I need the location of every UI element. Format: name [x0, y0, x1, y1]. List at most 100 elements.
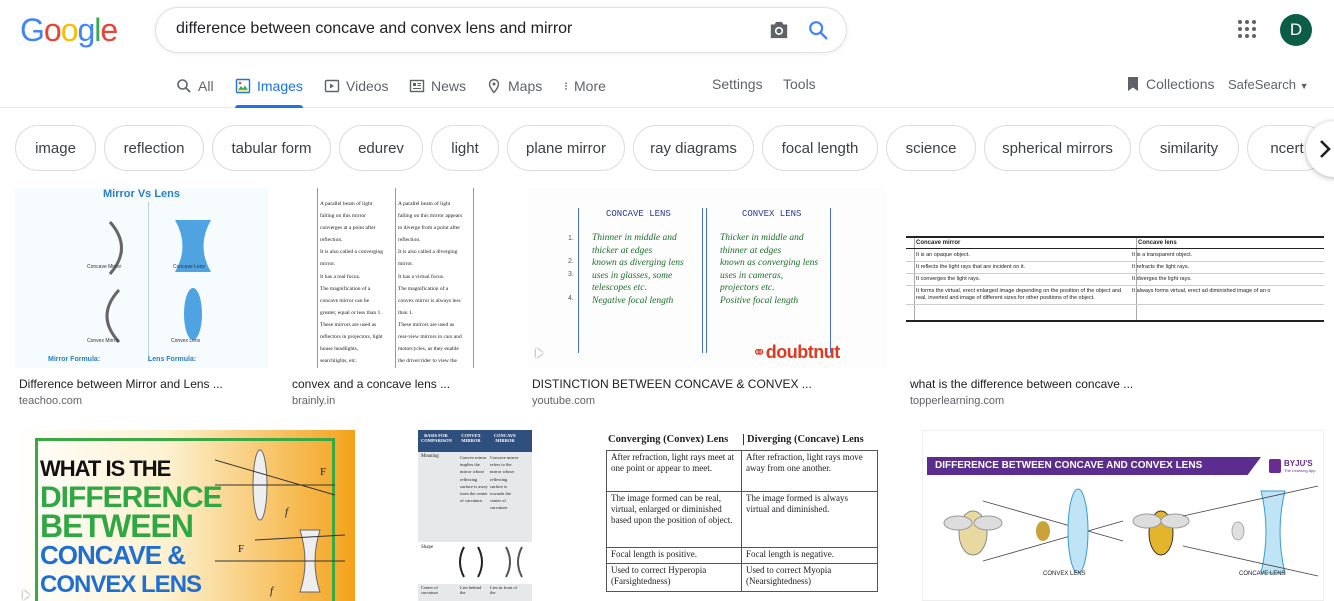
- collections-label: Collections: [1146, 76, 1215, 92]
- thumb-line: It is also called a diverging: [398, 249, 458, 256]
- result-title[interactable]: what is the difference between concave .…: [910, 377, 1322, 391]
- result-source[interactable]: brainly.in: [292, 395, 335, 407]
- thumb-line: concave mirror can be: [320, 297, 370, 304]
- tab-videos[interactable]: Videos: [324, 76, 389, 96]
- chip-spherical-mirrors[interactable]: spherical mirrors: [984, 125, 1131, 171]
- thumb-label: CONCAVE LENS: [1239, 571, 1286, 577]
- thumb-line: It has a real focus.: [320, 273, 361, 280]
- chip-light[interactable]: light: [431, 125, 499, 171]
- thumb-label: F: [320, 466, 327, 478]
- tab-label: Videos: [346, 78, 389, 94]
- collections-link[interactable]: Collections: [1126, 76, 1214, 92]
- chip-focal-length[interactable]: focal length: [762, 125, 878, 171]
- table-cell: After refraction, light rays move away f…: [746, 452, 863, 473]
- tab-images[interactable]: Images: [235, 76, 303, 108]
- tab-news[interactable]: News: [409, 76, 466, 96]
- chip-plane-mirror[interactable]: plane mirror: [507, 125, 625, 171]
- chip-reflection[interactable]: reflection: [104, 125, 204, 171]
- thumb-line: reflection.: [398, 237, 421, 244]
- thumb-title-line: WHAT IS THE: [40, 456, 171, 481]
- result-thumbnail[interactable]: A parallel beam of light falling on this …: [288, 188, 508, 368]
- result-title[interactable]: convex and a concave lens ...: [292, 377, 507, 391]
- safesearch-dropdown[interactable]: SafeSearch ▼: [1228, 77, 1308, 92]
- result-source[interactable]: topperlearning.com: [910, 395, 1004, 407]
- table-row: Used to correct Hyperopia (Farsightednes…: [607, 563, 877, 591]
- camera-icon[interactable]: [768, 20, 790, 40]
- tab-maps[interactable]: Maps: [486, 76, 542, 96]
- result-thumbnail[interactable]: DIFFERENCE BETWEEN CONCAVE AND CONVEX LE…: [922, 430, 1324, 601]
- safesearch-label: SafeSearch: [1228, 77, 1296, 92]
- thumb-line: telescopes etc.: [592, 283, 647, 294]
- thumb-line: convex mirror is always less: [398, 297, 461, 304]
- video-icon: [324, 79, 340, 93]
- brand-sublabel: The Learning App: [1284, 468, 1316, 473]
- chip-tabular-form[interactable]: tabular form: [212, 125, 331, 171]
- result-title[interactable]: DISTINCTION BETWEEN CONCAVE & CONVEX ...: [532, 377, 884, 391]
- thumb-line: searchlights, etc.: [320, 358, 357, 365]
- account-avatar[interactable]: D: [1280, 14, 1312, 46]
- thumb-label: Convex Mirror: [87, 338, 119, 344]
- tab-label: All: [198, 78, 214, 94]
- thumb-title-lines: WHAT IS THE DIFFERENCE BETWEEN CONCAVE & CON…: [40, 454, 223, 599]
- table-row: It reflects the light rays that are inci…: [906, 262, 1324, 274]
- thumb-line: Thinner in middle and: [592, 233, 677, 243]
- chevron-right-icon: [1320, 140, 1331, 158]
- result-thumbnail[interactable]: WHAT IS THE DIFFERENCE BETWEEN CONCAVE & CON…: [15, 430, 355, 601]
- map-pin-icon: [488, 78, 500, 94]
- chip-ray-diagrams[interactable]: ray diagrams: [633, 125, 754, 171]
- chip-similarity[interactable]: similarity: [1139, 125, 1239, 171]
- thumb-line: The magnification of a: [320, 285, 371, 292]
- thumb-heading: Converging (Convex) Lens: [608, 434, 729, 445]
- tab-label: Maps: [508, 78, 543, 94]
- chip-image[interactable]: image: [15, 125, 96, 171]
- thumb-title-line: CONVEX LENS: [40, 571, 202, 598]
- brand-label: doubtnut: [765, 342, 840, 362]
- tab-all[interactable]: All: [176, 76, 214, 96]
- result-thumbnail[interactable]: Converging (Convex) Lens Diverging (Conc…: [582, 430, 902, 601]
- thumb-heading: CONVEX MIRROR: [461, 433, 481, 443]
- thumb-text-column: Thicker in middle and thinner at edges kno…: [720, 232, 835, 308]
- result-thumbnail[interactable]: Mirror Vs Lens Concave Mirror Concave Le…: [15, 188, 268, 368]
- thumb-line: A parallel beam of light: [320, 201, 373, 207]
- settings-link[interactable]: Settings: [712, 76, 763, 92]
- thumb-cell: Convex mirror implies the mirror whose r…: [460, 455, 488, 504]
- thumb-line: projectors etc.: [720, 283, 775, 294]
- result-thumbnail[interactable]: BASIS FOR COMPARISON CONVEX MIRROR CONCA…: [376, 430, 562, 601]
- tools-link[interactable]: Tools: [783, 76, 816, 92]
- tab-label: More: [574, 78, 606, 94]
- thumb-line: uses in glasses, some: [592, 270, 673, 281]
- search-input[interactable]: [176, 20, 736, 38]
- table-cell: Used to correct Hyperopia (Farsightednes…: [607, 564, 742, 591]
- thumb-heading: BASIS FOR COMPARISON: [421, 433, 452, 443]
- thumb-label: Concave Lens: [173, 264, 205, 270]
- image-icon: [235, 78, 251, 94]
- chip-science[interactable]: science: [886, 125, 976, 171]
- search-icon: [177, 79, 191, 93]
- result-source[interactable]: teachoo.com: [19, 395, 82, 407]
- thumb-line: falling on this mirror appears: [398, 213, 463, 220]
- tab-label: Images: [257, 78, 303, 94]
- chip-edurev[interactable]: edurev: [339, 125, 423, 171]
- thumb-table: After refraction, light rays meet at one…: [606, 450, 878, 592]
- table-cell: Focal length is negative.: [746, 549, 834, 559]
- search-box[interactable]: [155, 7, 847, 53]
- thumb-cell: Lies behind the: [460, 585, 482, 595]
- tab-more[interactable]: More: [561, 76, 606, 96]
- google-logo[interactable]: Google: [20, 12, 118, 49]
- tab-label: News: [431, 78, 467, 94]
- thumb-line: It is also called a converging: [320, 249, 383, 256]
- result-title[interactable]: Difference between Mirror and Lens ...: [19, 377, 269, 391]
- thumb-line: rear-view mirrors in cars and: [398, 334, 462, 341]
- bookmark-icon: [1128, 77, 1138, 91]
- search-icon[interactable]: [807, 19, 829, 41]
- table-cell: It forms the virtual, erect enlarged ima…: [916, 288, 1122, 301]
- table-cell: Focal length is positive.: [607, 548, 742, 563]
- result-thumbnail[interactable]: CONCAVE LENS CONVEX LENS Thinner in midd…: [528, 188, 886, 368]
- thumb-formula: Lens Formula:: [148, 356, 197, 363]
- thumb-line: thicker at edges: [592, 245, 653, 256]
- mirror-shapes-icon: [459, 546, 523, 578]
- result-source[interactable]: youtube.com: [532, 395, 595, 407]
- apps-grid-icon[interactable]: [1238, 20, 1256, 38]
- result-thumbnail[interactable]: Concave mirror Concave lens It is an opa…: [906, 188, 1324, 368]
- thumb-label: Concave Mirror: [87, 264, 122, 270]
